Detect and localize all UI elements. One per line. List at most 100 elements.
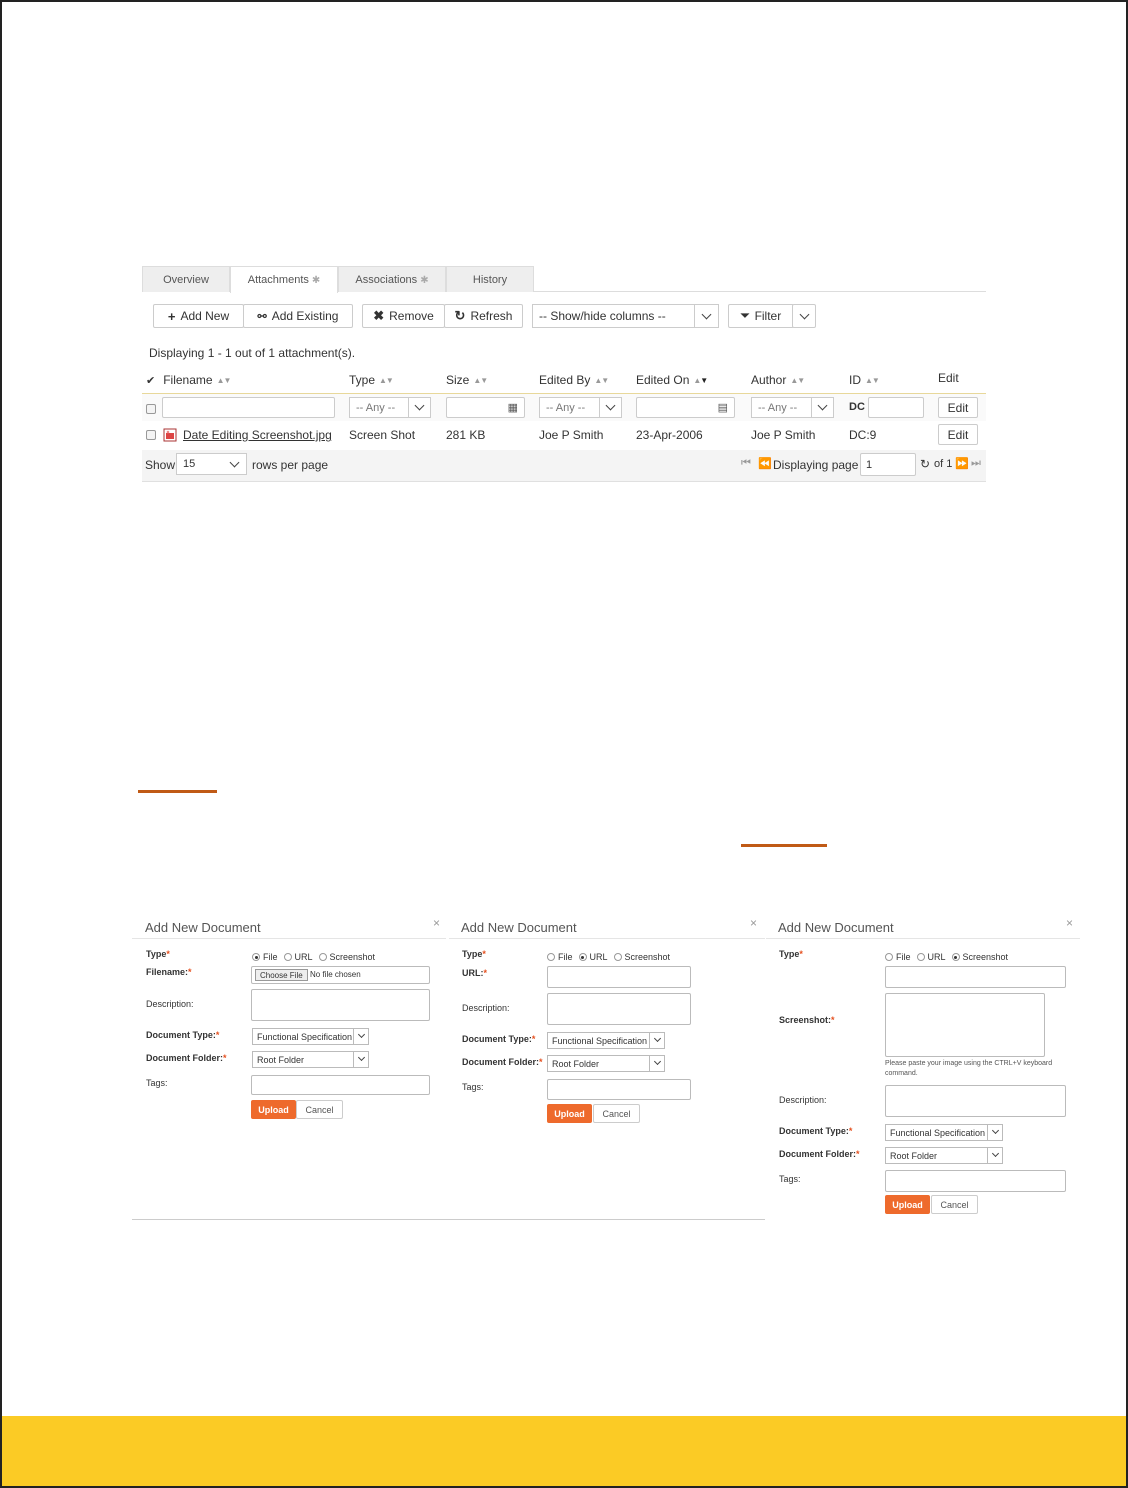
radio-file[interactable]: [547, 953, 555, 961]
radio-url[interactable]: [283, 953, 292, 961]
column-header-id[interactable]: ID ▲▼: [849, 373, 880, 387]
column-header-author[interactable]: Author ▲▼: [751, 373, 805, 387]
add-new-button[interactable]: + Add New: [153, 304, 244, 328]
filename-filter-input[interactable]: [162, 397, 335, 418]
tab-history[interactable]: History: [446, 266, 534, 292]
add-existing-button[interactable]: ⚯ Add Existing: [243, 304, 353, 328]
status-text: Displaying 1 - 1 out of 1 attachment(s).: [149, 346, 356, 360]
tab-associations[interactable]: Associations ✱: [338, 266, 446, 292]
column-header-edited-on[interactable]: Edited On ▲▼: [636, 373, 708, 387]
radio-screenshot[interactable]: [613, 953, 622, 961]
document-type-select[interactable]: Functional Specification: [252, 1028, 369, 1045]
sort-icon[interactable]: ▲▼: [217, 376, 232, 385]
edited-by-cell: Joe P Smith: [539, 428, 604, 442]
radio-url[interactable]: [578, 953, 587, 961]
calculator-icon[interactable]: ▦: [508, 401, 518, 414]
tags-input[interactable]: [251, 1075, 430, 1095]
add-existing-label: Add Existing: [271, 309, 339, 323]
tab-overview[interactable]: Overview: [142, 266, 230, 292]
next-page-icon[interactable]: ⏩: [955, 457, 969, 470]
filename-link[interactable]: Date Editing Screenshot.jpg: [183, 428, 332, 442]
close-icon[interactable]: ×: [433, 916, 440, 930]
dialog-title: Add New Document: [145, 920, 261, 935]
document-folder-select[interactable]: Root Folder: [252, 1051, 369, 1068]
filter-button[interactable]: ⏷ Filter: [728, 304, 794, 328]
show-hide-columns-select[interactable]: -- Show/hide columns --: [532, 304, 719, 328]
sort-icon[interactable]: ▲▼: [693, 376, 708, 385]
radio-file[interactable]: [252, 953, 260, 961]
radio-file[interactable]: [885, 953, 893, 961]
filter-dropdown-button[interactable]: [792, 304, 816, 328]
select-all-checkbox[interactable]: [146, 404, 156, 414]
previous-page-icon[interactable]: ⏪: [758, 457, 772, 470]
cancel-button[interactable]: Cancel: [296, 1100, 343, 1119]
chevron-down-icon: [649, 1033, 664, 1048]
size-filter-input[interactable]: ▦: [446, 397, 525, 418]
document-folder-value: Root Folder: [552, 1058, 600, 1069]
document-folder-select[interactable]: Root Folder: [547, 1055, 665, 1072]
chevron-down-icon: [599, 398, 621, 417]
sort-icon[interactable]: ▲▼: [790, 376, 805, 385]
remove-button[interactable]: ✖ Remove: [362, 304, 445, 328]
tags-label: Tags:: [779, 1174, 801, 1184]
description-textarea[interactable]: [251, 989, 430, 1021]
radio-screenshot[interactable]: [951, 953, 960, 961]
refresh-icon[interactable]: ↻: [920, 457, 930, 471]
sort-icon[interactable]: ▲▼: [379, 376, 394, 385]
tab-attachments[interactable]: Attachments ✱: [230, 266, 338, 293]
row-checkbox[interactable]: [146, 430, 156, 440]
last-page-icon[interactable]: ⏭: [971, 457, 981, 470]
document-folder-label: Document Folder:*: [146, 1053, 227, 1063]
file-input[interactable]: Choose File No file chosen: [251, 966, 430, 984]
close-icon[interactable]: ×: [1066, 916, 1073, 930]
filter-edit-button[interactable]: Edit: [938, 397, 978, 418]
sort-icon[interactable]: ▲▼: [865, 376, 880, 385]
choose-file-button[interactable]: Choose File: [255, 969, 308, 981]
tab-label: Overview: [163, 274, 209, 286]
description-textarea[interactable]: [885, 1085, 1066, 1117]
section-rule: [138, 790, 217, 793]
id-cell: DC:9: [849, 428, 877, 442]
close-icon[interactable]: ×: [750, 916, 757, 930]
type-filter-select[interactable]: -- Any --: [349, 397, 431, 418]
url-input[interactable]: [547, 966, 691, 988]
radio-url[interactable]: [916, 953, 925, 961]
tags-input[interactable]: [547, 1079, 691, 1100]
screenshot-paste-area[interactable]: [885, 993, 1045, 1057]
document-folder-select[interactable]: Root Folder: [885, 1147, 1003, 1164]
screenshot-name-input[interactable]: [885, 966, 1066, 988]
edited-by-filter-select[interactable]: -- Any --: [539, 397, 622, 418]
chevron-down-icon: [353, 1029, 368, 1044]
refresh-button[interactable]: ↻ Refresh: [444, 304, 523, 328]
id-filter-input[interactable]: [868, 397, 924, 418]
sort-icon[interactable]: ▲▼: [594, 376, 609, 385]
column-header-filename[interactable]: ✔ Filename ▲▼: [146, 373, 232, 387]
column-header-size[interactable]: Size ▲▼: [446, 373, 488, 387]
upload-button[interactable]: Upload: [885, 1195, 930, 1214]
author-filter-select[interactable]: -- Any --: [751, 397, 834, 418]
row-edit-button[interactable]: Edit: [938, 424, 978, 445]
tags-input[interactable]: [885, 1170, 1066, 1192]
edited-on-filter-input[interactable]: ▤: [636, 397, 735, 418]
first-page-icon[interactable]: ⏮: [741, 457, 751, 470]
page-number-input[interactable]: 1: [860, 453, 916, 476]
paste-hint: Please paste your image using the CTRL+V…: [885, 1060, 1053, 1077]
upload-button[interactable]: Upload: [547, 1104, 592, 1123]
column-header-type[interactable]: Type ▲▼: [349, 373, 394, 387]
cancel-button[interactable]: Cancel: [931, 1195, 978, 1214]
dialog-bottom-border: [132, 1219, 449, 1220]
description-textarea[interactable]: [547, 993, 691, 1025]
radio-screenshot[interactable]: [318, 953, 327, 961]
rows-per-page-select[interactable]: 15: [176, 453, 247, 475]
column-header-edited-by[interactable]: Edited By ▲▼: [539, 373, 609, 387]
upload-button[interactable]: Upload: [251, 1100, 296, 1119]
sort-icon[interactable]: ▲▼: [473, 376, 488, 385]
cancel-button[interactable]: Cancel: [593, 1104, 640, 1123]
radio-label: File: [558, 952, 573, 962]
document-type-select[interactable]: Functional Specification: [547, 1032, 665, 1049]
document-folder-label: Document Folder:*: [462, 1057, 543, 1067]
document-folder-label: Document Folder:*: [779, 1149, 860, 1159]
filter-icon: ⏷: [740, 309, 750, 322]
calendar-icon[interactable]: ▤: [718, 401, 728, 414]
document-type-select[interactable]: Functional Specification: [885, 1124, 1003, 1141]
